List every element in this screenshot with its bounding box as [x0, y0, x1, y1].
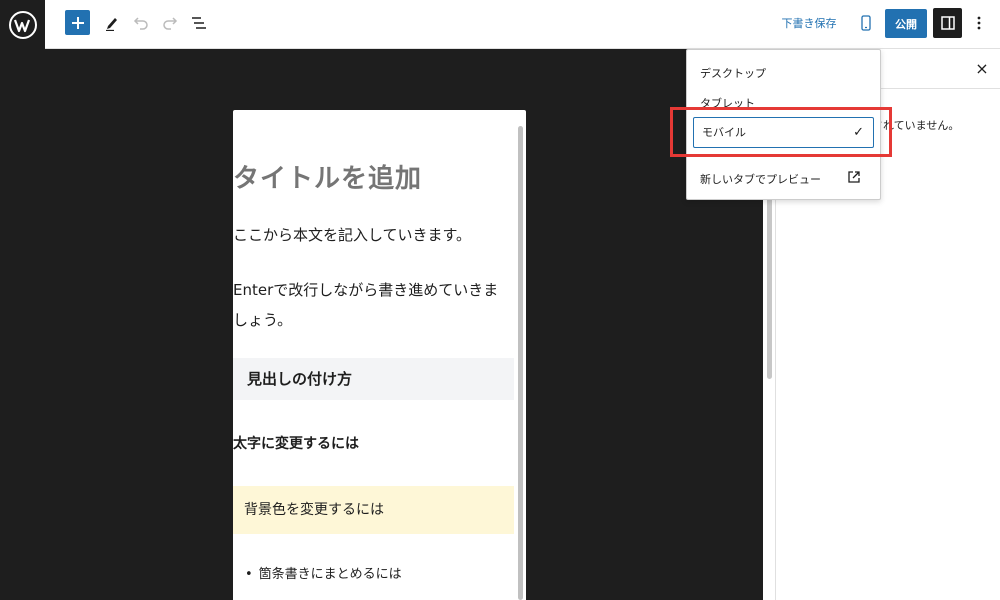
- pencil-icon: [106, 18, 117, 31]
- undo-button[interactable]: [132, 9, 150, 37]
- mobile-preview-frame: タイトルを追加 ここから本文を記入していきます。 Enterで改行しながら書き進…: [233, 110, 526, 600]
- close-sidebar-button[interactable]: ×: [972, 57, 992, 81]
- paragraph-block[interactable]: ここから本文を記入していきます。: [233, 220, 509, 250]
- external-link-icon: [847, 169, 863, 185]
- list-item[interactable]: 箇条書きにまとめるには: [245, 563, 402, 582]
- preview-device-button[interactable]: [856, 9, 876, 37]
- list-view-icon: [192, 17, 206, 29]
- highlight-annotation-box: [670, 107, 892, 157]
- sidebar-toggle-icon: [940, 16, 955, 30]
- preview-scrollbar[interactable]: [518, 126, 523, 600]
- add-block-button[interactable]: [65, 10, 90, 35]
- settings-sidebar-toggle[interactable]: [933, 8, 962, 38]
- save-draft-button[interactable]: 下書き保存: [778, 9, 840, 37]
- tools-button[interactable]: [103, 9, 121, 37]
- menu-item-preview-new-tab[interactable]: 新しいタブでプレビュー: [700, 171, 821, 187]
- paragraph-block[interactable]: Enterで改行しながら書き進めていきましょう。: [233, 275, 509, 335]
- bold-paragraph-block[interactable]: 太字に変更するには: [233, 433, 359, 453]
- redo-icon: [163, 17, 178, 30]
- redo-button[interactable]: [161, 9, 179, 37]
- menu-item-desktop[interactable]: デスクトップ: [700, 65, 766, 81]
- heading-block[interactable]: 見出しの付け方: [233, 358, 514, 400]
- publish-button[interactable]: 公開: [885, 9, 927, 38]
- list-view-button[interactable]: [190, 9, 208, 37]
- post-title-placeholder[interactable]: タイトルを追加: [233, 158, 422, 195]
- more-vertical-icon: [977, 16, 981, 30]
- undo-icon: [133, 17, 148, 30]
- background-color-block[interactable]: 背景色を変更するには: [233, 486, 514, 534]
- wordpress-logo[interactable]: [0, 0, 45, 49]
- mobile-device-icon: [861, 15, 871, 31]
- more-options-button[interactable]: [970, 9, 988, 37]
- plus-icon: [71, 16, 84, 29]
- editor-toolbar: 下書き保存 公開: [0, 0, 1000, 49]
- wordpress-logo-icon: [8, 10, 37, 39]
